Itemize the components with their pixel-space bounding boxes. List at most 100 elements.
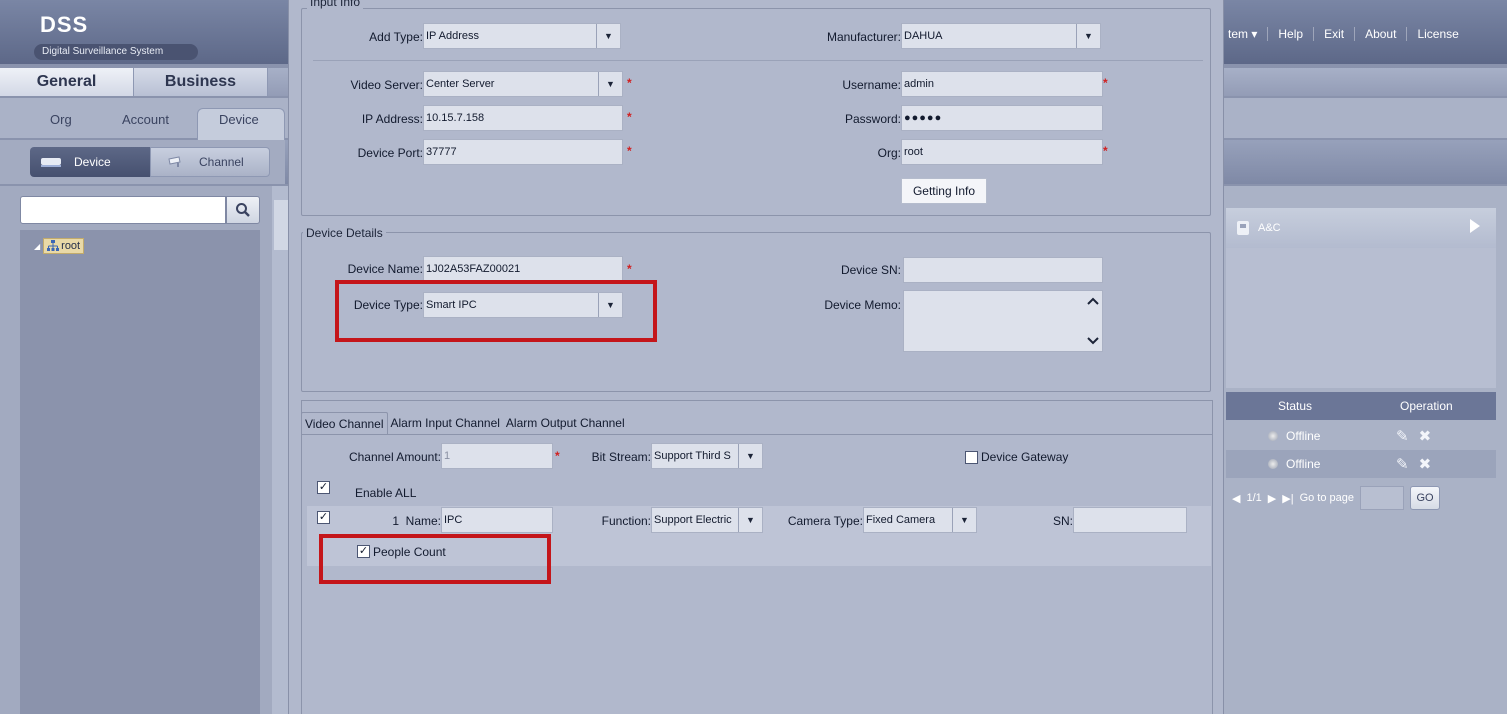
add-type-select[interactable]: IP Address ▼ <box>423 23 621 49</box>
tree-node-root[interactable]: ◢ root <box>34 238 85 254</box>
dropdown-arrow-icon[interactable]: ▼ <box>738 508 762 532</box>
function-value: Support Electric <box>654 514 732 526</box>
dropdown-arrow-icon[interactable]: ▼ <box>738 444 762 468</box>
ip-address-input[interactable]: 10.15.7.158 <box>423 105 623 131</box>
device-tree <box>20 230 260 714</box>
channel-toggle-button[interactable]: Channel <box>150 147 270 177</box>
divider <box>313 60 1203 61</box>
splitter-handle[interactable] <box>274 200 288 250</box>
dropdown-arrow-icon[interactable]: ▼ <box>598 72 622 96</box>
sub-tab-account[interactable]: Account <box>122 112 169 127</box>
video-server-value: Center Server <box>426 78 495 90</box>
device-sn-input[interactable] <box>903 257 1103 283</box>
channel-sn-input[interactable] <box>1073 507 1187 533</box>
status-text: Offline <box>1286 429 1321 443</box>
delete-icon[interactable]: ✖ <box>1419 455 1432 473</box>
menu-help[interactable]: Help <box>1267 27 1313 41</box>
sub-tab-org[interactable]: Org <box>50 112 72 127</box>
tree-expand-icon[interactable]: ◢ <box>34 242 40 251</box>
delete-icon[interactable]: ✖ <box>1419 427 1432 445</box>
device-memo-textarea[interactable] <box>903 290 1103 352</box>
highlight-people-count <box>319 534 551 584</box>
device-port-label: Device Port: <box>357 146 423 160</box>
pager: ◀ 1/1 ▶ ▶| Go to page GO <box>1226 484 1496 512</box>
next-page-icon[interactable]: ▶ <box>1268 492 1276 505</box>
camera-type-value: Fixed Camera <box>866 514 936 526</box>
menu-license[interactable]: License <box>1406 27 1468 41</box>
page-number-input[interactable] <box>1360 486 1404 510</box>
enable-all-checkbox[interactable]: ✓ <box>317 481 330 494</box>
device-gateway-checkbox[interactable] <box>965 451 978 464</box>
bit-stream-label: Bit Stream: <box>591 450 651 464</box>
search-input[interactable] <box>20 196 226 224</box>
edit-icon[interactable]: ✎ <box>1396 427 1409 445</box>
go-to-page-label: Go to page <box>1299 492 1354 504</box>
splitter <box>272 186 288 714</box>
tree-node-text: root <box>61 240 81 252</box>
device-icon <box>41 158 61 167</box>
menu-system[interactable]: tem ▾ <box>1224 27 1267 41</box>
camera-type-label: Camera Type: <box>787 514 863 528</box>
device-name-label: Device Name: <box>347 262 423 276</box>
edit-icon[interactable]: ✎ <box>1396 455 1409 473</box>
enable-all-label: Enable ALL <box>355 486 417 500</box>
ac-label: A&C <box>1258 222 1281 234</box>
device-sn-label: Device SN: <box>840 263 901 277</box>
function-select[interactable]: Support Electric ▼ <box>651 507 763 533</box>
username-input[interactable]: admin <box>901 71 1103 97</box>
prev-page-icon[interactable]: ◀ <box>1232 492 1240 505</box>
last-page-icon[interactable]: ▶| <box>1282 492 1293 505</box>
required-mark: * <box>627 76 632 90</box>
device-gateway-label: Device Gateway <box>981 450 1069 464</box>
go-button[interactable]: GO <box>1410 486 1440 510</box>
tab-business[interactable]: Business <box>134 68 268 96</box>
table-row[interactable]: Offline ✎ ✖ <box>1226 450 1496 478</box>
page-indicator: 1/1 <box>1246 492 1262 504</box>
tab-alarm-output-channel[interactable]: Alarm Output Channel <box>503 412 628 434</box>
camera-type-select[interactable]: Fixed Camera ▼ <box>863 507 977 533</box>
ac-icon <box>1237 221 1249 235</box>
device-name-input[interactable]: 1J02A53FAZ00021 <box>423 256 623 282</box>
channel-name-label: Name: <box>405 514 441 528</box>
channel-enable-checkbox[interactable]: ✓ <box>317 511 330 524</box>
highlight-device-type <box>335 280 657 342</box>
dropdown-arrow-icon[interactable]: ▼ <box>1076 24 1100 48</box>
search-button[interactable] <box>226 196 260 224</box>
memo-scrollbar[interactable] <box>1085 292 1101 350</box>
password-input[interactable]: ●●●●● <box>901 105 1103 131</box>
add-type-label: Add Type: <box>369 30 423 44</box>
channel-index: 1 <box>392 514 399 528</box>
status-dot-icon <box>1268 431 1278 441</box>
table-row[interactable]: Offline ✎ ✖ <box>1226 422 1496 450</box>
channel-amount-input[interactable]: 1 <box>441 443 553 469</box>
tab-video-channel[interactable]: Video Channel <box>301 412 388 434</box>
dropdown-arrow-icon[interactable]: ▼ <box>596 24 620 48</box>
menu-about[interactable]: About <box>1354 27 1406 41</box>
menu-exit[interactable]: Exit <box>1313 27 1354 41</box>
add-device-dialog: Input Info Add Type: IP Address ▼ Manufa… <box>288 0 1224 714</box>
ac-expand-icon[interactable] <box>1470 219 1480 233</box>
tree-node-label-wrap: root <box>43 238 85 254</box>
sub-tab-device[interactable]: Device <box>219 112 259 127</box>
status-text: Offline <box>1286 457 1321 471</box>
username-label: Username: <box>842 78 901 92</box>
getting-info-button[interactable]: Getting Info <box>901 178 987 204</box>
bit-stream-value: Support Third S <box>654 450 731 462</box>
chevron-up-icon[interactable] <box>1086 296 1100 306</box>
device-toggle-button[interactable]: Device <box>30 147 150 177</box>
col-operation: Operation <box>1400 399 1453 413</box>
tab-general[interactable]: General <box>0 68 134 96</box>
top-menu: tem ▾ Help Exit About License <box>1224 22 1469 46</box>
channel-name-input[interactable]: IPC <box>441 507 553 533</box>
org-input[interactable]: root <box>901 139 1103 165</box>
bit-stream-select[interactable]: Support Third S ▼ <box>651 443 763 469</box>
video-server-select[interactable]: Center Server ▼ <box>423 71 623 97</box>
dropdown-arrow-icon[interactable]: ▼ <box>952 508 976 532</box>
tab-alarm-input-channel[interactable]: Alarm Input Channel <box>388 412 503 434</box>
device-port-input[interactable]: 37777 <box>423 139 623 165</box>
main-tabs: General Business <box>0 68 268 96</box>
chevron-down-icon[interactable] <box>1086 336 1100 346</box>
manufacturer-select[interactable]: DAHUA ▼ <box>901 23 1101 49</box>
search-icon <box>236 203 250 217</box>
ac-bar[interactable]: A&C <box>1226 208 1496 248</box>
